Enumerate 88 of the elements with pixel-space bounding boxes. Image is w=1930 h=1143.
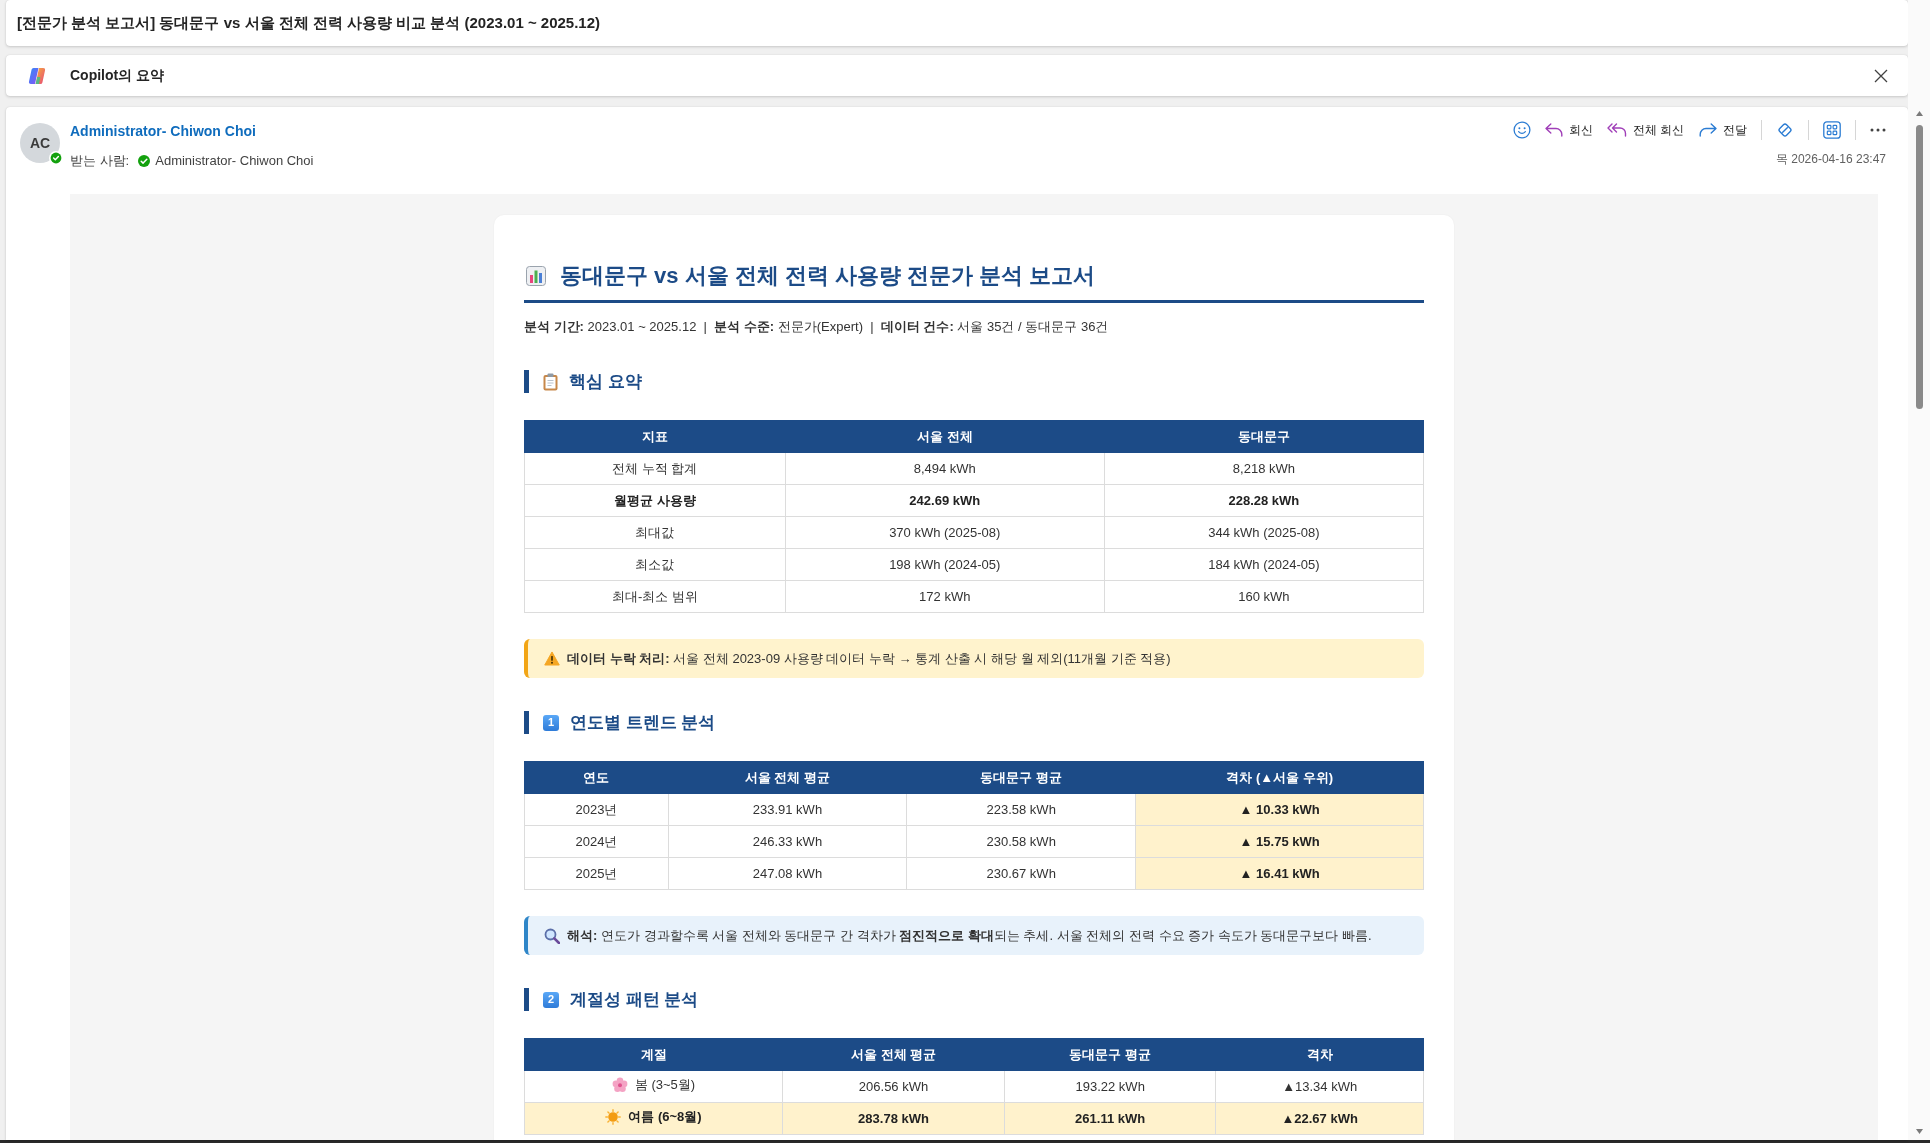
- grid-icon: [1823, 121, 1841, 139]
- table-cell: 198 kWh (2024-05): [785, 548, 1105, 581]
- apps-button[interactable]: [1823, 121, 1841, 139]
- emoji-button[interactable]: [1512, 121, 1531, 139]
- table-cell: ▲22.67 kWh: [1215, 1102, 1424, 1135]
- column-header: 지표: [524, 420, 786, 453]
- more-button[interactable]: [1870, 128, 1886, 132]
- forward-icon: [1698, 123, 1717, 137]
- callout-text: 데이터 누락 처리: 서울 전체 2023-09 사용량 데이터 누락 → 통계 산출 시 해당 월 제외(11개월 기준 적용): [567, 649, 1171, 668]
- table-cell: 최소값: [524, 548, 786, 581]
- report-meta: 분석 기간: 2023.01 ~ 2025.12 | 분석 수준: 전문가(Expert) | 데이터 건수: 서울 35건 / 동대문구 36건: [524, 318, 1110, 336]
- column-header: 격차 (▲서울 우위): [1135, 761, 1424, 794]
- table-cell: 261.11 kWh: [1004, 1102, 1216, 1135]
- section-heading: 핵심 요약: [569, 371, 642, 393]
- table-cell: ▲13.34 kWh: [1215, 1070, 1424, 1103]
- table-cell: 370 kWh (2025-08): [785, 516, 1105, 549]
- table-cell: 233.91 kWh: [668, 793, 907, 826]
- number-tile: 2: [543, 991, 559, 1008]
- table-cell: ▲ 16.41 kWh: [1135, 857, 1424, 890]
- table-cell: 최대값: [524, 516, 786, 549]
- column-header: 서울 전체 평균: [668, 761, 907, 794]
- column-header: 동대문구 평균: [906, 761, 1136, 794]
- table-cell: 344 kWh (2025-08): [1104, 516, 1424, 549]
- logo-icon: [28, 66, 46, 85]
- column-header: 동대문구 평균: [1004, 1038, 1216, 1071]
- diamond-button[interactable]: [1776, 121, 1794, 139]
- more-icon: [1870, 128, 1886, 132]
- report-title: 동대문구 vs 서울 전체 전력 사용량 전문가 분석 보고서: [560, 262, 1096, 290]
- close-button[interactable]: [1874, 68, 1888, 83]
- forward-button[interactable]: 전달: [1698, 123, 1747, 137]
- scrollbar-thumb[interactable]: [1915, 125, 1923, 409]
- sender-name[interactable]: Administrator- Chiwon Choi: [70, 121, 256, 141]
- table-cell: 193.22 kWh: [1004, 1070, 1216, 1103]
- section-heading: 계절성 패턴 분석: [570, 989, 699, 1011]
- table-cell: 242.69 kWh: [785, 484, 1105, 517]
- callout-text: 해석: 연도가 경과할수록 서울 전체와 동대문구 간 격차가 점진적으로 확대되는 추세. 서울 전체의 전력 수요 증가 속도가 동대문구보다 빠름.: [567, 926, 1372, 945]
- column-header: 연도: [524, 761, 669, 794]
- table-cell: 2025년: [524, 857, 669, 890]
- table-cell: 228.28 kWh: [1104, 484, 1424, 517]
- table-cell: 160 kWh: [1104, 580, 1424, 613]
- table-cell: 184 kWh (2024-05): [1104, 548, 1424, 581]
- reply-icon: [1544, 123, 1563, 137]
- reply-button[interactable]: 회신: [1544, 123, 1593, 137]
- column-header: 서울 전체: [785, 420, 1105, 453]
- recipients-label: 받는 사람:: [70, 151, 130, 170]
- table-cell: ▲ 10.33 kWh: [1135, 793, 1424, 826]
- smiley-icon: [1512, 121, 1531, 139]
- table-cell: 전체 누적 합계: [524, 452, 786, 485]
- table-cell: 230.67 kWh: [906, 857, 1136, 890]
- season-label: 봄 (3~5월): [634, 1075, 696, 1094]
- table-cell: 2023년: [524, 793, 669, 826]
- table-cell: 230.58 kWh: [906, 825, 1136, 858]
- flower-icon: [611, 1076, 628, 1093]
- table-cell: 8,494 kWh: [785, 452, 1105, 485]
- column-header: 서울 전체 평균: [782, 1038, 1005, 1071]
- scroll-down-icon: [1915, 1129, 1923, 1134]
- section-heading: 연도별 트렌드 분석: [570, 712, 716, 734]
- avatar: AC: [20, 123, 60, 163]
- sun-icon: [605, 1108, 622, 1125]
- table-cell: 206.56 kWh: [782, 1070, 1005, 1103]
- table-cell: 월평균 사용량: [524, 484, 786, 517]
- table-cell: 247.08 kWh: [668, 857, 907, 890]
- table-cell: 223.58 kWh: [906, 793, 1136, 826]
- clipboard-icon: [543, 372, 558, 391]
- table-cell: 8,218 kWh: [1104, 452, 1424, 485]
- column-header: 계절: [524, 1038, 783, 1071]
- table-cell: ▲ 15.75 kWh: [1135, 825, 1424, 858]
- column-header: 격차: [1215, 1038, 1424, 1071]
- table-cell: 2024년: [524, 825, 669, 858]
- column-header: 동대문구: [1104, 420, 1424, 453]
- table-cell: 최대-최소 범위: [524, 580, 786, 613]
- summary-title[interactable]: Copilot의 요약: [70, 65, 165, 86]
- scroll-up-icon: [1915, 111, 1923, 116]
- table-cell: 172 kWh: [785, 580, 1105, 613]
- sent-date: 목 2026-04-16 23:47: [1775, 151, 1886, 168]
- table-cell: 246.33 kWh: [668, 825, 907, 858]
- warning-icon: [544, 651, 560, 666]
- recipient-name[interactable]: Administrator- Chiwon Choi: [155, 150, 314, 171]
- season-label: 여름 (6~8월): [628, 1107, 702, 1126]
- number-tile: 1: [543, 714, 559, 731]
- reply-all-button[interactable]: 전체 회신: [1606, 123, 1684, 137]
- bar-chart-icon: [526, 265, 546, 286]
- mail-subject: [전문가 분석 보고서] 동대문구 vs 서울 전체 전력 사용량 비교 분석 (2023.01 ~ 2025.12): [17, 12, 601, 33]
- close-icon: [1874, 68, 1888, 83]
- table-cell: 283.78 kWh: [782, 1102, 1005, 1135]
- reply-all-icon: [1606, 123, 1627, 137]
- search-icon: [544, 927, 560, 944]
- diamond-icon: [1776, 121, 1794, 139]
